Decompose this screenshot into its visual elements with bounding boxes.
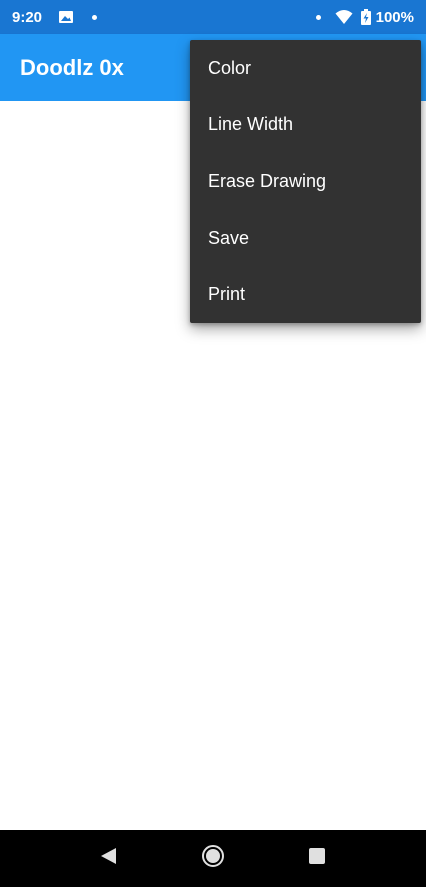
- menu-item-label: Color: [208, 57, 252, 78]
- menu-item-label: Line Width: [208, 114, 294, 135]
- back-icon: [98, 846, 118, 871]
- navigation-bar: [0, 830, 426, 887]
- status-left: 9:20: [12, 8, 98, 26]
- recents-button[interactable]: [287, 830, 347, 887]
- battery-charging-icon: [360, 9, 371, 25]
- notification-dot-icon: [92, 14, 98, 20]
- home-icon: [201, 844, 225, 873]
- menu-item-erase-drawing[interactable]: Erase Drawing: [190, 153, 421, 210]
- battery-percent: 100%: [375, 8, 414, 26]
- menu-item-print[interactable]: Print: [190, 266, 421, 323]
- app-screen: 9:20 100% Doodlz 0x Color Line Width Era…: [0, 0, 426, 887]
- overflow-menu: Color Line Width Erase Drawing Save Prin…: [190, 40, 421, 323]
- menu-item-color[interactable]: Color: [190, 40, 421, 97]
- status-bar: 9:20 100%: [0, 0, 426, 34]
- status-right: 100%: [315, 8, 414, 26]
- app-title: Doodlz 0x: [20, 55, 124, 80]
- menu-item-label: Print: [208, 284, 246, 305]
- back-button[interactable]: [78, 830, 138, 887]
- wifi-icon: [335, 9, 353, 25]
- menu-item-line-width[interactable]: Line Width: [190, 97, 421, 154]
- notification-dot-icon: [315, 14, 321, 20]
- menu-item-save[interactable]: Save: [190, 210, 421, 267]
- status-time: 9:20: [12, 8, 43, 26]
- menu-item-label: Save: [208, 227, 250, 248]
- image-icon: [58, 9, 74, 25]
- recents-icon: [308, 847, 326, 870]
- menu-item-label: Erase Drawing: [208, 170, 327, 191]
- home-button[interactable]: [183, 830, 243, 887]
